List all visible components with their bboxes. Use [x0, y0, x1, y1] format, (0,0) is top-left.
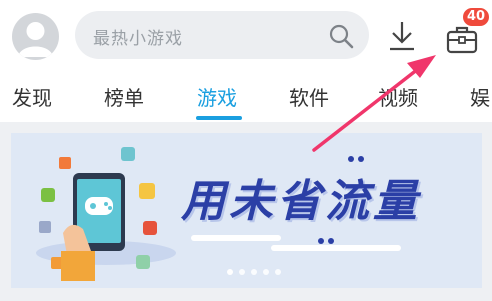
category-tabs: 发现 榜单 游戏 软件 视频 娱 [0, 76, 492, 122]
tab-software[interactable]: 软件 [289, 82, 329, 111]
toolbox-icon [446, 26, 478, 54]
top-bar: 最热小游戏 40 发现 榜单 游戏 软件 视频 娱 [0, 0, 492, 125]
tab-discover[interactable]: 发现 [12, 82, 52, 111]
divider [0, 122, 492, 125]
promo-banner[interactable]: 用未省流量 [11, 133, 482, 288]
search-icon[interactable] [328, 23, 354, 49]
carousel-dot [251, 269, 257, 275]
search-bar[interactable]: 最热小游戏 [75, 11, 369, 59]
active-tab-indicator [196, 116, 242, 120]
carousel-dot [263, 269, 269, 275]
tab-video[interactable]: 视频 [378, 82, 418, 111]
banner-title: 用未省流量 [181, 176, 421, 227]
tab-rankings[interactable]: 榜单 [104, 82, 144, 111]
download-icon[interactable] [388, 20, 416, 52]
notification-badge: 40 [461, 6, 492, 28]
tab-entertainment[interactable]: 娱 [470, 82, 490, 111]
carousel-dot [275, 269, 281, 275]
carousel-dot [239, 269, 245, 275]
user-avatar-icon [18, 22, 53, 57]
carousel-dot [227, 269, 233, 275]
tab-games[interactable]: 游戏 [197, 82, 237, 111]
search-placeholder: 最热小游戏 [93, 29, 183, 49]
carousel-indicator [227, 269, 307, 279]
avatar[interactable] [12, 13, 59, 60]
